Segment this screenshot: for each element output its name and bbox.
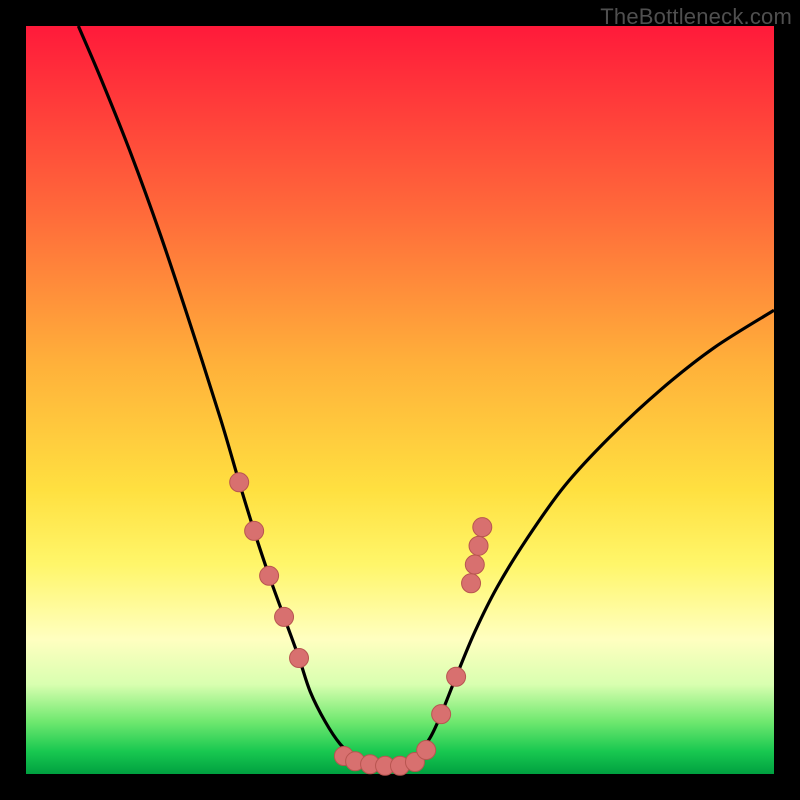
curve-marker [245, 521, 264, 540]
curve-marker [473, 518, 492, 537]
curve-marker [230, 473, 249, 492]
curve-marker [290, 649, 309, 668]
curve-marker [462, 574, 481, 593]
curve-marker [447, 667, 466, 686]
curve-marker [417, 741, 436, 760]
bottleneck-curve-path [78, 26, 774, 766]
outer-frame: TheBottleneck.com [0, 0, 800, 800]
curve-markers [230, 473, 492, 775]
curve-marker [432, 705, 451, 724]
curve-marker [260, 566, 279, 585]
curve-marker [469, 536, 488, 555]
curve-marker [275, 607, 294, 626]
chart-svg [26, 26, 774, 774]
curve-marker [465, 555, 484, 574]
